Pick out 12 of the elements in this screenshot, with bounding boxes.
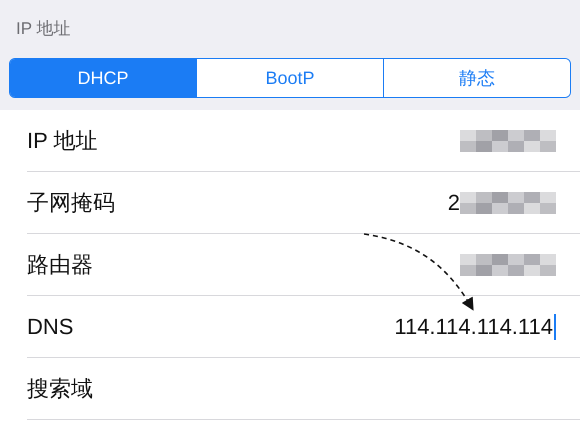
row-label: 搜索域 (27, 374, 93, 402)
segment-tab[interactable]: 静态 (383, 59, 570, 97)
row-label: IP 地址 (27, 126, 98, 154)
section-header: IP 地址 (16, 18, 70, 40)
row-label: 路由器 (27, 250, 93, 278)
text-cursor (554, 314, 556, 340)
field-value[interactable]: 2 (448, 190, 460, 216)
row-label: 子网掩码 (27, 188, 115, 216)
segment-tab[interactable]: BootP (196, 59, 383, 97)
segment-tab[interactable]: DHCP (10, 59, 196, 97)
row-label: DNS (27, 314, 74, 340)
field-value[interactable]: 114.114.114.114 (394, 314, 553, 340)
